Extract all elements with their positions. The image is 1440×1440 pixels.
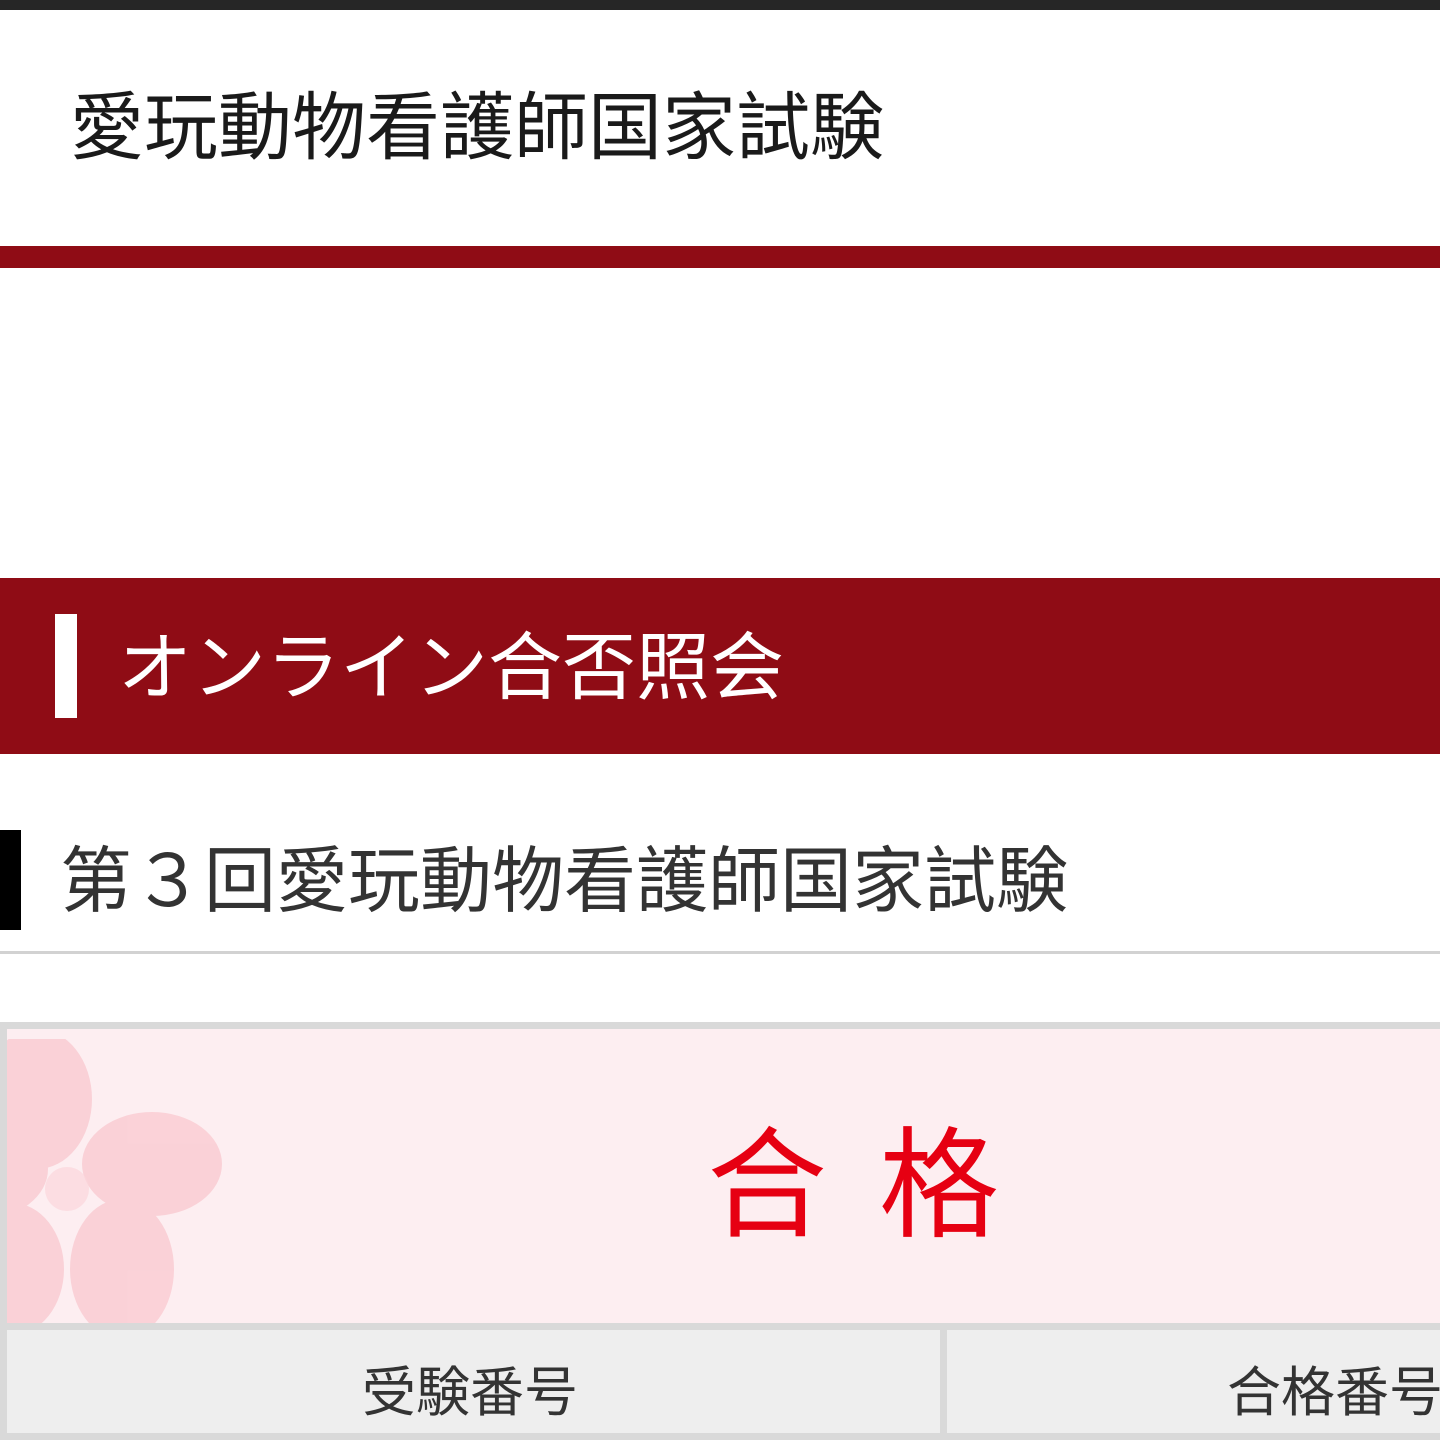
site-title: 愛玩動物看護師国家試験 — [70, 85, 884, 171]
header-divider — [0, 246, 1440, 268]
exam-heading-accent-bar — [0, 830, 21, 930]
column-header-pass-number: 合格番号 — [1227, 1361, 1440, 1424]
column-header-exam-number: 受験番号 — [362, 1361, 578, 1424]
section-title: オンライン合否照会 — [118, 625, 784, 711]
column-divider — [940, 1330, 947, 1433]
sakura-icon — [7, 1039, 222, 1339]
section-banner: オンライン合否照会 — [0, 578, 1440, 754]
browser-top-strip — [0, 0, 1440, 10]
banner-accent-bar — [55, 614, 77, 718]
result-panel: 合格 受験番号 合格番号 — [0, 1022, 1440, 1440]
exam-title: 第３回愛玩動物看護師国家試験 — [60, 839, 1069, 923]
exam-heading: 第３回愛玩動物看護師国家試験 — [0, 826, 1440, 954]
result-table-header: 受験番号 合格番号 — [7, 1323, 1440, 1433]
result-status: 合格 — [707, 1117, 1051, 1256]
